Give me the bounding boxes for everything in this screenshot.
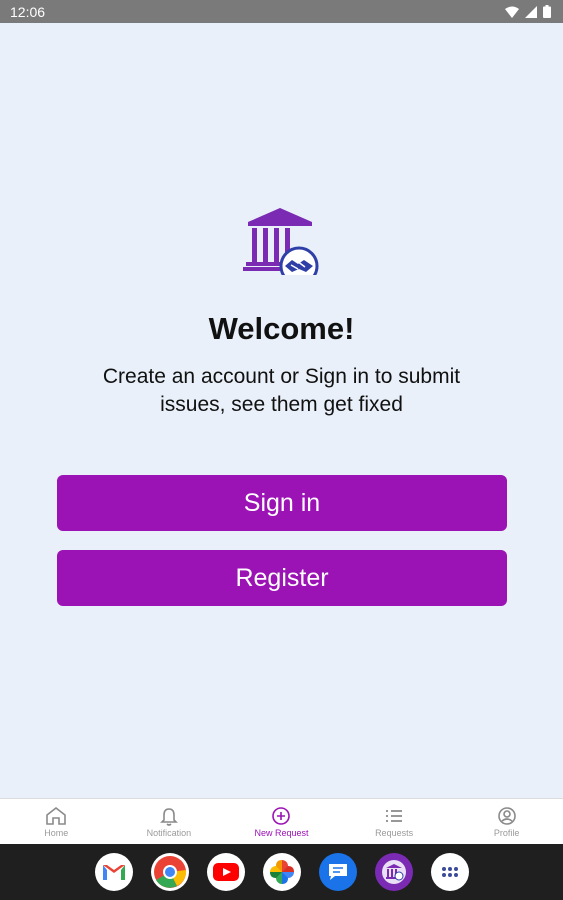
nav-notification[interactable]: Notification <box>113 799 226 845</box>
status-icons <box>505 5 551 18</box>
list-icon <box>386 810 403 822</box>
taskbar <box>0 844 563 900</box>
status-time: 12:06 <box>10 4 46 20</box>
chrome-icon[interactable] <box>150 853 189 891</box>
photos-icon[interactable] <box>262 853 301 891</box>
messages-icon[interactable] <box>318 853 357 891</box>
welcome-screen: Welcome! Create an account or Sign in to… <box>0 23 563 798</box>
wifi-icon <box>505 6 519 18</box>
nav-new-request-label: New Request <box>254 828 309 838</box>
status-bar: 12:06 <box>0 0 563 23</box>
nav-profile-label: Profile <box>493 828 520 838</box>
nav-requests-label: Requests <box>375 828 414 838</box>
profile-icon <box>497 807 516 825</box>
bell-icon <box>159 808 178 826</box>
municipality-logo-icon <box>243 208 319 275</box>
welcome-subtitle: Create an account or Sign in to submit i… <box>102 365 461 416</box>
app-drawer-icon[interactable] <box>430 853 469 891</box>
sign-in-button[interactable]: Sign in <box>57 475 507 531</box>
register-button[interactable]: Register <box>57 550 507 606</box>
civic-app-icon[interactable] <box>374 853 413 891</box>
nav-home-label: Home <box>44 828 69 838</box>
signal-icon <box>525 5 537 18</box>
nav-requests[interactable]: Requests <box>338 799 451 845</box>
nav-profile[interactable]: Profile <box>450 799 563 845</box>
youtube-icon[interactable] <box>206 853 245 891</box>
home-icon <box>46 806 67 825</box>
gmail-icon[interactable] <box>94 853 133 891</box>
battery-icon <box>543 5 551 18</box>
plus-circle-icon <box>272 807 291 825</box>
welcome-title: Welcome! <box>208 311 355 346</box>
nav-notification-label: Notification <box>146 828 192 838</box>
app-dock <box>0 853 563 891</box>
bottom-navigation: Home Notification New Request Requests P… <box>0 798 563 845</box>
nav-new-request[interactable]: New Request <box>225 799 338 845</box>
nav-home[interactable]: Home <box>0 799 113 845</box>
